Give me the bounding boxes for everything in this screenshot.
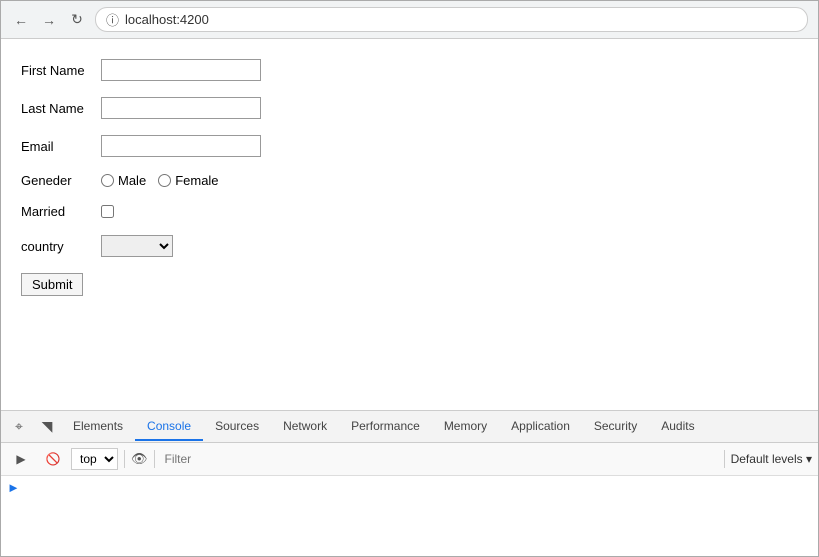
email-label: Email <box>21 139 101 154</box>
tab-network[interactable]: Network <box>271 413 339 441</box>
console-arrow: ► <box>7 480 20 495</box>
tab-sources[interactable]: Sources <box>203 413 271 441</box>
male-option[interactable]: Male <box>101 173 146 188</box>
address-bar: ⓘ localhost:4200 <box>95 7 808 32</box>
eye-icon: 👁 <box>131 451 148 467</box>
separator <box>124 450 125 468</box>
page-content: First Name Last Name Email Geneder Male <box>1 39 818 410</box>
male-label: Male <box>118 173 146 188</box>
url-display: localhost:4200 <box>125 12 209 27</box>
tab-application[interactable]: Application <box>499 413 582 441</box>
married-checkbox[interactable] <box>101 205 114 218</box>
submit-row: Submit <box>21 273 798 296</box>
tab-console[interactable]: Console <box>135 413 203 441</box>
last-name-row: Last Name <box>21 97 798 119</box>
gender-row: Geneder Male Female <box>21 173 798 188</box>
browser-toolbar: ← → ↻ ⓘ localhost:4200 <box>1 1 818 39</box>
gender-label: Geneder <box>21 173 101 188</box>
tab-security[interactable]: Security <box>582 413 649 441</box>
devtools-toolbar: ▶ 🚫 top 👁 Default levels ▾ <box>1 443 818 476</box>
country-select[interactable]: USA UK India Canada <box>101 235 173 257</box>
separator3 <box>724 450 725 468</box>
back-button[interactable]: ← <box>11 10 31 30</box>
female-label: Female <box>175 173 218 188</box>
gender-options: Male Female <box>101 173 219 188</box>
devtools-tabs: ⌖ ◥ Elements Console Sources Network Per… <box>1 411 818 443</box>
forward-button[interactable]: → <box>39 10 59 30</box>
tab-elements[interactable]: Elements <box>61 413 135 441</box>
last-name-label: Last Name <box>21 101 101 116</box>
refresh-button[interactable]: ↻ <box>67 10 87 30</box>
last-name-input[interactable] <box>101 97 261 119</box>
context-select[interactable]: top <box>71 448 118 470</box>
first-name-label: First Name <box>21 63 101 78</box>
married-row: Married <box>21 204 798 219</box>
device-icon[interactable]: ◥ <box>33 413 61 441</box>
first-name-row: First Name <box>21 59 798 81</box>
email-input[interactable] <box>101 135 261 157</box>
default-levels-label: Default levels ▾ <box>731 452 812 466</box>
tab-audits[interactable]: Audits <box>649 413 706 441</box>
first-name-input[interactable] <box>101 59 261 81</box>
female-radio[interactable] <box>158 174 171 187</box>
filter-input[interactable] <box>161 451 718 467</box>
run-icon[interactable]: ▶ <box>7 445 35 473</box>
email-row: Email <box>21 135 798 157</box>
devtools-content: ► <box>1 476 818 556</box>
submit-button[interactable]: Submit <box>21 273 83 296</box>
female-option[interactable]: Female <box>158 173 218 188</box>
default-levels[interactable]: Default levels ▾ <box>731 452 812 466</box>
country-row: country USA UK India Canada <box>21 235 798 257</box>
separator2 <box>154 450 155 468</box>
tab-memory[interactable]: Memory <box>432 413 499 441</box>
country-label: country <box>21 239 101 254</box>
clear-icon[interactable]: 🚫 <box>39 445 67 473</box>
info-icon: ⓘ <box>106 10 119 29</box>
male-radio[interactable] <box>101 174 114 187</box>
married-label: Married <box>21 204 101 219</box>
tab-performance[interactable]: Performance <box>339 413 432 441</box>
cursor-icon[interactable]: ⌖ <box>5 413 33 441</box>
devtools-panel: ⌖ ◥ Elements Console Sources Network Per… <box>1 410 818 556</box>
